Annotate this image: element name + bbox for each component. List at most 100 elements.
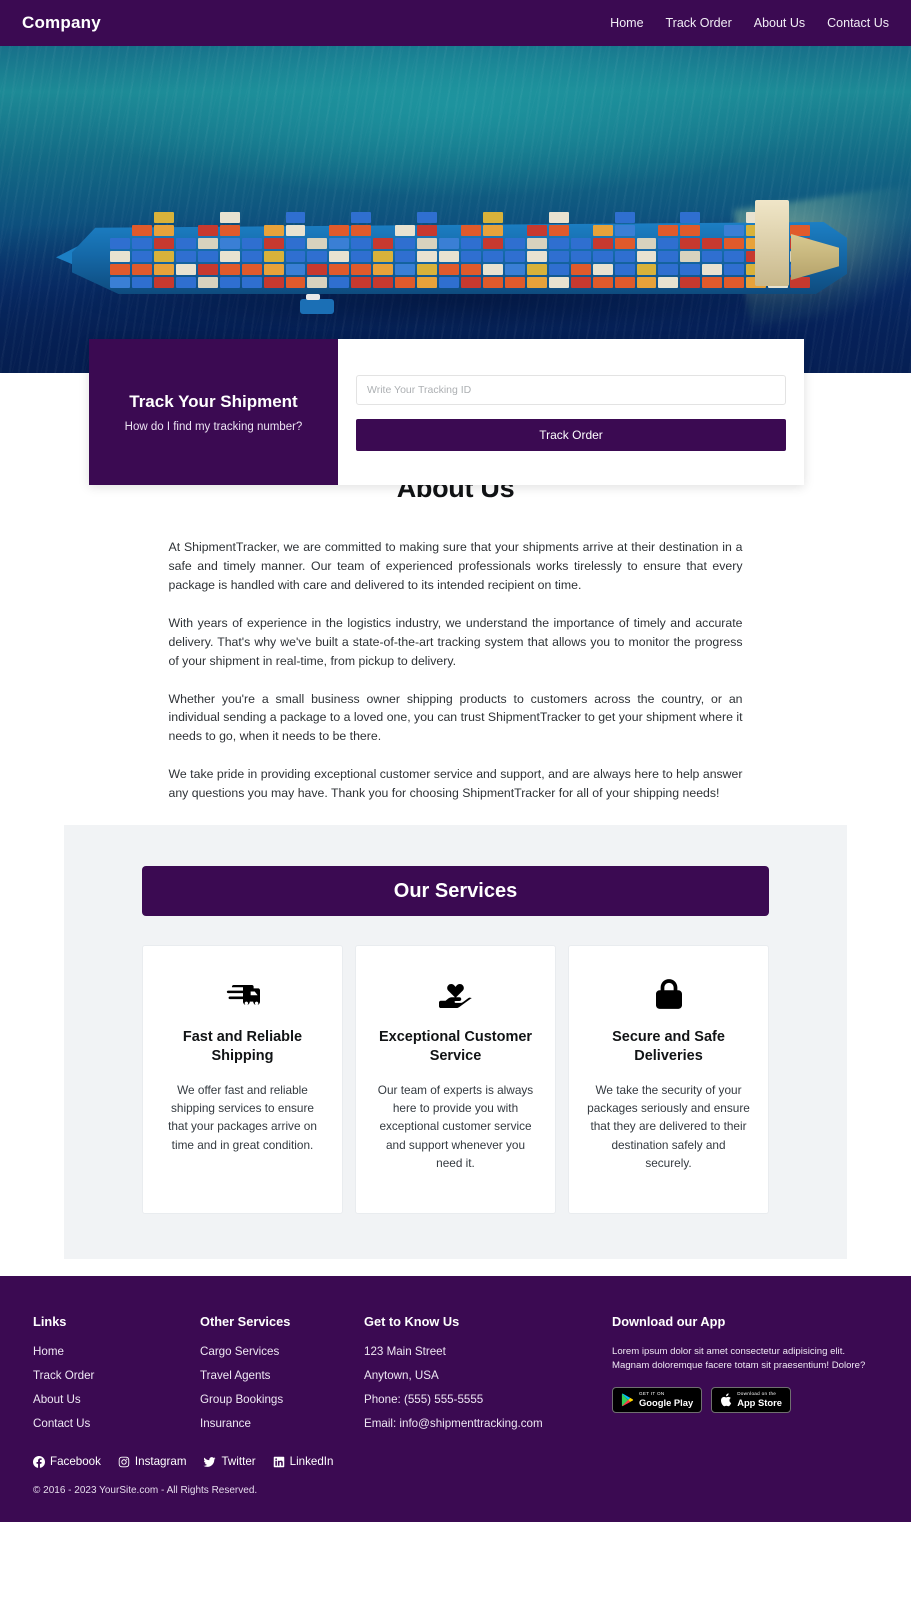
- footer-link-cargo-services[interactable]: Cargo Services: [200, 1345, 364, 1358]
- container-stack: [592, 225, 613, 288]
- footer-app-heading: Download our App: [612, 1314, 726, 1330]
- container-stack: [614, 212, 635, 288]
- cargo-ship-icon: [56, 198, 847, 303]
- container-stack: [570, 238, 591, 288]
- footer-other-services-column: Other Services Cargo Services Travel Age…: [200, 1314, 364, 1441]
- nav-link-track-order[interactable]: Track Order: [666, 16, 732, 30]
- footer-address-line-2: Anytown, USA: [364, 1369, 439, 1383]
- container-stack: [395, 225, 416, 288]
- services-banner: Our Services: [142, 866, 769, 917]
- footer-link-travel-agents[interactable]: Travel Agents: [200, 1369, 364, 1382]
- container-stack: [329, 225, 350, 288]
- container-stack: [241, 238, 262, 288]
- container-stack: [285, 212, 306, 288]
- footer-app-description: Lorem ipsum dolor sit amet consectetur a…: [612, 1346, 866, 1372]
- service-card[interactable]: Fast and Reliable Shipping We offer fast…: [142, 945, 343, 1215]
- site-footer: Links Home Track Order About Us Contact …: [0, 1276, 911, 1523]
- service-card[interactable]: Secure and Safe Deliveries We take the s…: [568, 945, 769, 1215]
- google-play-badge[interactable]: GET IT ON Google Play: [612, 1386, 703, 1413]
- container-stack: [417, 212, 438, 288]
- social-link-facebook[interactable]: Facebook: [33, 1455, 101, 1468]
- about-paragraph-2: With years of experience in the logistic…: [168, 615, 743, 668]
- google-play-label: Google Play: [639, 1396, 694, 1408]
- nav-link-home[interactable]: Home: [610, 16, 643, 30]
- hand-holding-heart-icon: [374, 974, 537, 1014]
- track-card-title: Track Your Shipment: [129, 391, 298, 411]
- footer-links-column: Links Home Track Order About Us Contact …: [33, 1314, 200, 1441]
- social-label-instagram: Instagram: [134, 1455, 187, 1469]
- service-card-title: Fast and Reliable Shipping: [182, 1029, 303, 1065]
- linkedin-icon: [273, 1456, 284, 1467]
- container-stack: [263, 225, 284, 288]
- track-card-left-panel: Track Your Shipment How do I find my tra…: [89, 339, 338, 485]
- container-stack: [219, 212, 240, 288]
- footer-columns: Links Home Track Order About Us Contact …: [33, 1314, 878, 1441]
- container-stack: [197, 225, 218, 288]
- container-stack: [110, 238, 130, 288]
- container-stack: [153, 212, 174, 288]
- container-stack: [724, 225, 745, 288]
- footer-link-about-us[interactable]: About Us: [33, 1393, 200, 1406]
- top-navbar: Company Home Track Order About Us Contac…: [0, 0, 911, 46]
- footer-copyright: © 2016 - 2023 YourSite.com - All Rights …: [33, 1485, 258, 1497]
- app-store-label: App Store: [737, 1396, 782, 1408]
- container-stack: [482, 212, 503, 288]
- track-shipment-card: Track Your Shipment How do I find my tra…: [89, 339, 804, 485]
- services-card-list: Fast and Reliable Shipping We offer fast…: [142, 945, 769, 1215]
- google-play-icon: [621, 1393, 634, 1406]
- footer-links-heading: Links: [33, 1314, 67, 1330]
- container-stack: [636, 238, 657, 288]
- track-card-form: Track Order: [338, 339, 804, 485]
- site-brand[interactable]: Company: [22, 13, 101, 33]
- footer-link-contact-us[interactable]: Contact Us: [33, 1417, 200, 1430]
- tracking-id-input[interactable]: [356, 375, 786, 405]
- container-stack: [548, 212, 569, 288]
- social-label-linkedin: LinkedIn: [289, 1455, 334, 1469]
- service-card-text: We offer fast and reliable shipping serv…: [168, 1082, 317, 1152]
- google-play-small-label: GET IT ON: [639, 1390, 665, 1396]
- footer-app-column: Download our App Lorem ipsum dolor sit a…: [612, 1314, 878, 1441]
- container-stack: [175, 238, 196, 288]
- about-paragraph-4: We take pride in providing exceptional c…: [168, 767, 743, 801]
- tugboat-icon: [300, 294, 334, 314]
- app-store-badge[interactable]: Download on the App Store: [711, 1386, 791, 1413]
- track-order-button[interactable]: Track Order: [356, 419, 786, 451]
- services-title: Our Services: [393, 879, 518, 902]
- container-stack: [680, 212, 701, 288]
- container-stack: [526, 225, 547, 288]
- track-card-subtitle[interactable]: How do I find my tracking number?: [125, 421, 303, 433]
- social-links: Facebook Instagram Twitter LinkedIn: [33, 1455, 878, 1472]
- social-label-twitter: Twitter: [221, 1455, 256, 1469]
- footer-other-services-heading: Other Services: [200, 1314, 291, 1330]
- services-section: Our Services Fast and Reliable Shipping …: [64, 825, 847, 1260]
- footer-email[interactable]: Email: info@shipmenttracking.com: [364, 1417, 612, 1430]
- nav-link-contact-us[interactable]: Contact Us: [827, 16, 889, 30]
- footer-phone[interactable]: Phone: (555) 555-5555: [364, 1393, 612, 1406]
- container-stack: [351, 212, 372, 288]
- service-card[interactable]: Exceptional Customer Service Our team of…: [355, 945, 556, 1215]
- container-stack: [658, 225, 679, 288]
- footer-link-insurance[interactable]: Insurance: [200, 1417, 364, 1430]
- container-stack: [131, 225, 152, 288]
- footer-link-group-bookings[interactable]: Group Bookings: [200, 1393, 364, 1406]
- about-paragraph-3: Whether you're a small business owner sh…: [168, 691, 743, 744]
- footer-link-home[interactable]: Home: [33, 1345, 200, 1358]
- container-stack: [373, 238, 394, 288]
- social-link-twitter[interactable]: Twitter: [203, 1455, 256, 1469]
- apple-icon: [721, 1392, 732, 1406]
- container-stack: [461, 225, 481, 288]
- app-store-badges: GET IT ON Google Play Download on the Ap…: [612, 1386, 878, 1413]
- instagram-icon: [118, 1456, 130, 1467]
- social-link-instagram[interactable]: Instagram: [118, 1455, 187, 1469]
- lock-icon: [587, 974, 750, 1014]
- nav-link-about-us[interactable]: About Us: [754, 16, 805, 30]
- service-card-title: Secure and Safe Deliveries: [612, 1029, 725, 1065]
- footer-link-track-order[interactable]: Track Order: [33, 1369, 200, 1382]
- social-link-linkedin[interactable]: LinkedIn: [273, 1455, 334, 1469]
- hero-banner: [0, 46, 911, 373]
- container-deck: [110, 208, 810, 288]
- service-card-text: Our team of experts is always here to pr…: [377, 1082, 534, 1171]
- app-store-small-label: Download on the: [737, 1390, 777, 1396]
- twitter-icon: [203, 1456, 216, 1467]
- service-card-text: We take the security of your packages se…: [587, 1082, 750, 1171]
